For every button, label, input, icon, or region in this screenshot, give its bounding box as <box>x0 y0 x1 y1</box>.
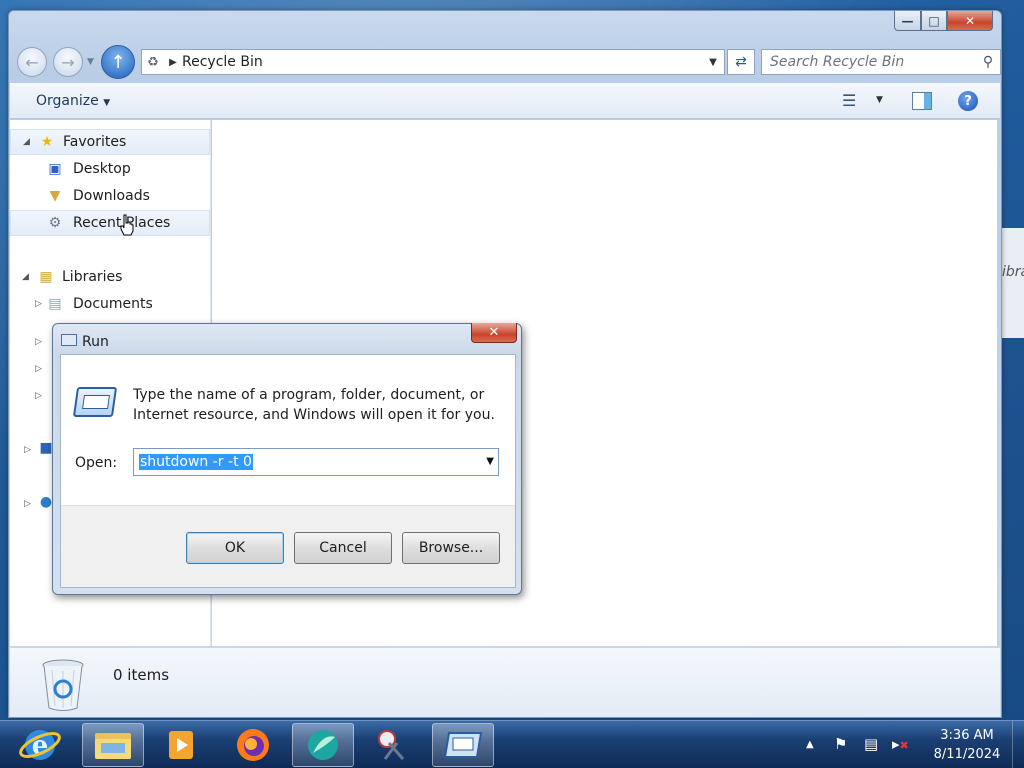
sidebar-item-desktop[interactable]: ▣ Desktop <box>10 156 210 182</box>
dialog-body: Type the name of a program, folder, docu… <box>60 354 516 588</box>
sidebar-item-documents[interactable]: ▷ ▤ Documents <box>10 291 210 317</box>
expand-arrow-icon[interactable]: ▷ <box>24 499 31 509</box>
expand-arrow-icon[interactable]: ▷ <box>35 337 42 347</box>
change-view-icon[interactable]: ☰ <box>842 91 856 110</box>
cancel-button[interactable]: Cancel <box>294 532 392 564</box>
run-app-icon <box>61 334 77 346</box>
clock-date: 8/11/2024 <box>933 747 1001 762</box>
ok-button[interactable]: OK <box>186 532 284 564</box>
media-player-icon <box>169 731 193 759</box>
search-input[interactable]: Search Recycle Bin <box>770 54 976 70</box>
address-bar[interactable]: ♻ ▶ Recycle Bin ▼ <box>141 49 725 75</box>
preview-pane-icon[interactable] <box>912 92 932 110</box>
address-dropdown-icon[interactable]: ▼ <box>702 57 724 68</box>
recycle-bin-large-icon <box>42 659 84 711</box>
sidebar-item-libraries[interactable]: ◢ ▦ Libraries <box>10 264 210 290</box>
taskbar-snipping-tool-button[interactable] <box>362 723 424 767</box>
clock-time: 3:36 AM <box>940 728 994 743</box>
background-window-text: ibra <box>1002 264 1024 280</box>
navigation-bar: ← → ▼ ↑ ♻ ▶ Recycle Bin ▼ ⇄ Search Recyc… <box>15 45 1001 79</box>
downloads-folder-icon: ▼ <box>49 188 61 204</box>
documents-icon: ▤ <box>48 296 62 312</box>
help-icon[interactable]: ? <box>958 91 978 111</box>
sidebar-item-label: Favorites <box>63 134 127 150</box>
taskbar-explorer-button[interactable] <box>82 723 144 767</box>
sidebar-item-favorites[interactable]: ◢ ★ Favorites <box>10 129 210 155</box>
dialog-title: Run <box>82 334 109 350</box>
open-input[interactable]: shutdown -r -t 0 <box>139 454 253 470</box>
expand-arrow-icon[interactable]: ▷ <box>35 391 42 401</box>
show-desktop-button[interactable] <box>1012 721 1024 768</box>
maximize-button[interactable]: □ <box>921 11 947 31</box>
run-program-icon <box>72 387 118 417</box>
open-combobox[interactable]: shutdown -r -t 0 ▼ <box>133 448 499 476</box>
app-icon <box>308 730 338 760</box>
expand-arrow-icon[interactable]: ▷ <box>35 364 42 374</box>
firefox-icon <box>237 729 269 761</box>
recent-pages-dropdown[interactable]: ▼ <box>87 57 94 67</box>
star-icon: ★ <box>40 134 54 150</box>
desktop-icon: ▣ <box>48 161 62 177</box>
volume-muted-icon[interactable]: ▸✖ <box>892 735 909 753</box>
forward-button[interactable]: → <box>53 47 83 77</box>
command-bar: Organize ▼ ☰ ▼ ? <box>10 83 1000 119</box>
sidebar-item-downloads[interactable]: ▼ Downloads <box>10 183 210 209</box>
minimize-button[interactable]: — <box>894 11 921 31</box>
arrow-up-icon: ↑ <box>110 51 126 73</box>
search-icon[interactable]: ⚲ <box>976 54 1000 70</box>
chevron-down-icon: ▼ <box>103 98 111 108</box>
refresh-button[interactable]: ⇄ <box>727 49 755 75</box>
taskbar-run-button[interactable] <box>432 723 494 767</box>
dialog-close-button[interactable]: ✕ <box>471 323 517 343</box>
action-center-flag-icon[interactable]: ⚑ <box>834 735 847 753</box>
expand-arrow-icon[interactable]: ▷ <box>35 299 42 309</box>
sidebar-item-label: Downloads <box>73 188 150 204</box>
recent-places-icon: ⚙ <box>48 215 62 231</box>
sidebar-item-label: Documents <box>73 296 153 312</box>
run-dialog: Run ✕ Type the name of a program, folder… <box>52 323 522 595</box>
collapse-arrow-icon[interactable]: ◢ <box>22 272 29 282</box>
sidebar-item-label: Desktop <box>73 161 131 177</box>
taskbar-media-button[interactable] <box>150 723 212 767</box>
item-count: 0 items <box>113 666 170 684</box>
expand-arrow-icon[interactable]: ▷ <box>24 445 31 455</box>
breadcrumb[interactable]: Recycle Bin <box>182 54 702 70</box>
arrow-left-icon: ← <box>25 52 39 72</box>
scissors-icon <box>378 730 405 760</box>
dialog-description: Type the name of a program, folder, docu… <box>133 387 495 423</box>
sidebar-item-recent-places[interactable]: ⚙ Recent Places <box>10 210 210 236</box>
collapse-arrow-icon[interactable]: ◢ <box>23 137 30 147</box>
organize-button[interactable]: Organize ▼ <box>36 93 110 109</box>
taskbar: e ▲ ⚑ ▤ ▸✖ 3:36 AM 8/11/2024 <box>0 720 1024 768</box>
internet-explorer-icon[interactable]: e <box>18 724 62 766</box>
folder-icon <box>95 733 131 759</box>
open-label: Open: <box>75 455 118 471</box>
show-hidden-icons-icon[interactable]: ▲ <box>806 739 814 750</box>
chevron-down-icon[interactable]: ▼ <box>486 456 494 467</box>
run-icon <box>443 732 483 758</box>
clock[interactable]: 3:36 AM 8/11/2024 <box>928 726 1006 764</box>
libraries-icon: ▦ <box>39 269 53 285</box>
browse-button[interactable]: Browse... <box>402 532 500 564</box>
organize-label: Organize <box>36 93 99 109</box>
close-button[interactable]: ✕ <box>947 11 993 31</box>
refresh-icon: ⇄ <box>735 54 747 70</box>
network-icon[interactable]: ▤ <box>864 735 878 753</box>
hand-cursor-icon <box>120 214 134 236</box>
sidebar-item-label: Libraries <box>62 269 123 285</box>
arrow-right-icon: → <box>61 52 75 72</box>
details-pane: 0 items <box>10 647 1000 717</box>
recycle-bin-icon: ♻ <box>147 54 159 70</box>
window-controls: — □ ✕ <box>894 11 993 31</box>
taskbar-app-button[interactable] <box>292 723 354 767</box>
taskbar-firefox-button[interactable] <box>222 723 284 767</box>
view-options-dropdown[interactable]: ▼ <box>876 95 883 105</box>
search-box[interactable]: Search Recycle Bin ⚲ <box>761 49 1001 75</box>
breadcrumb-chevron-icon[interactable]: ▶ <box>164 57 182 68</box>
back-button[interactable]: ← <box>17 47 47 77</box>
up-button[interactable]: ↑ <box>101 45 135 79</box>
